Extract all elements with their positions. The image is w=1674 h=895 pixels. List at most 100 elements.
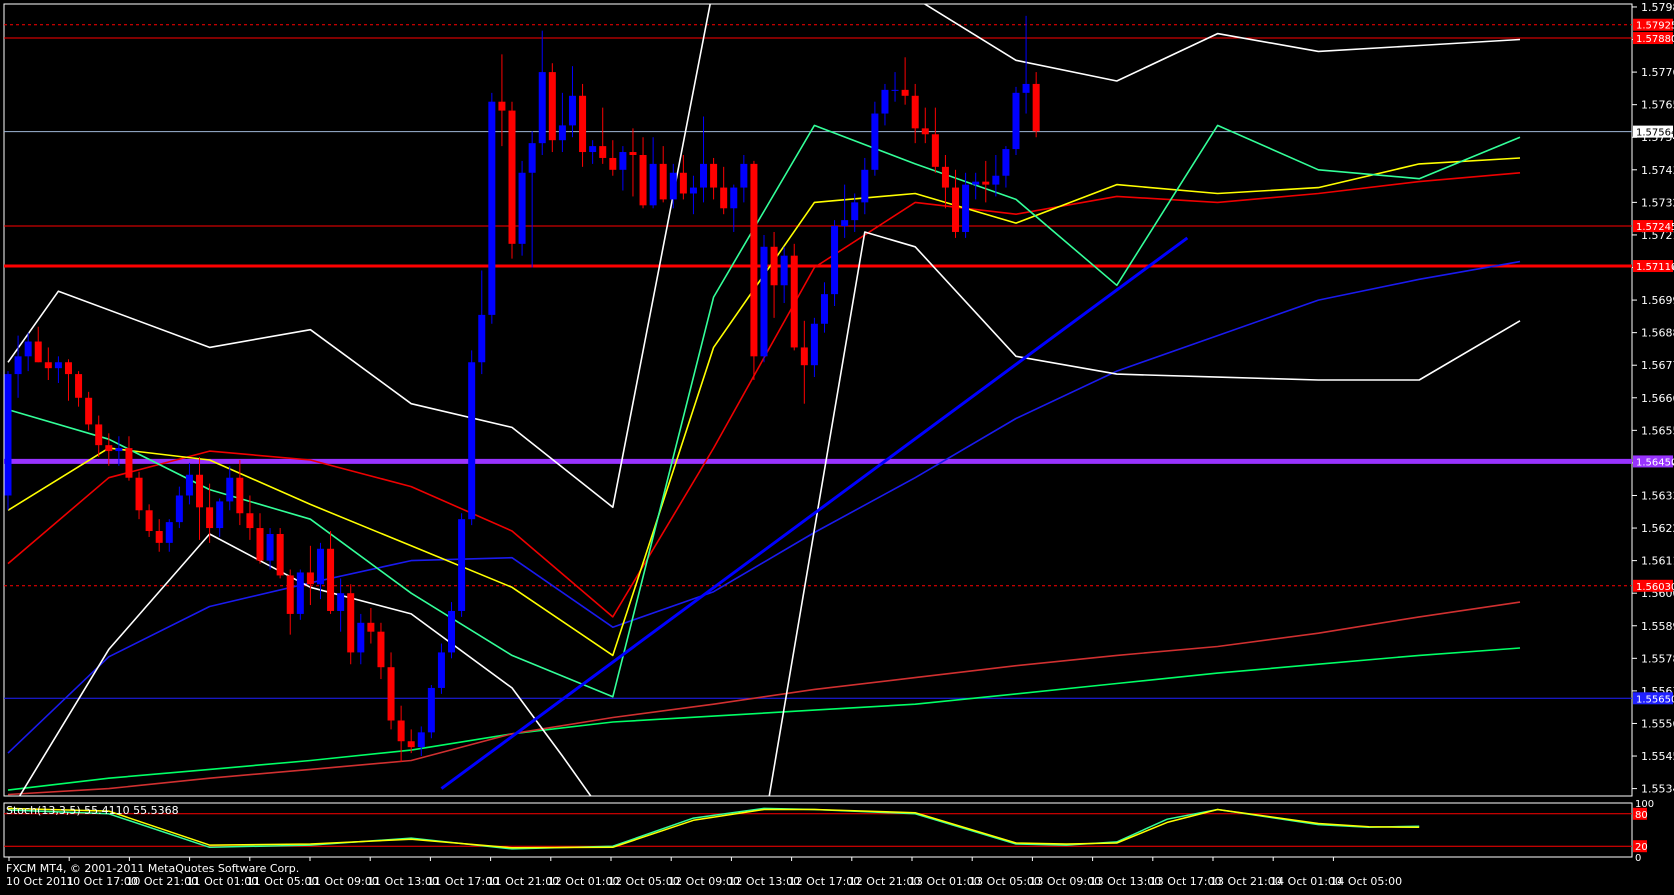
price-tick-label: 1.55565 xyxy=(1641,717,1674,730)
candle xyxy=(750,160,758,381)
candle-body xyxy=(790,255,798,348)
candle-body xyxy=(4,374,12,496)
candle-body xyxy=(14,356,22,375)
candle-body xyxy=(901,89,909,96)
stoch-main-line xyxy=(7,807,1420,850)
chart-root: 1.579851.578751.577651.576551.575451.574… xyxy=(0,0,1674,895)
candle-body xyxy=(145,510,153,532)
price-tick-label: 1.57655 xyxy=(1641,99,1674,112)
candle-body xyxy=(931,134,939,167)
price-tag: 1.56030 xyxy=(1633,579,1674,593)
stoch-label: Stoch(13,3,5) 55.4110 55.5368 xyxy=(6,804,179,817)
candle-body xyxy=(206,507,214,529)
candle-body xyxy=(236,477,244,514)
candle xyxy=(75,371,83,407)
price-tick-label: 1.55785 xyxy=(1641,652,1674,665)
candle xyxy=(85,391,93,431)
candle xyxy=(175,486,183,529)
candle-body xyxy=(921,128,929,135)
price-tick-label: 1.56225 xyxy=(1641,522,1674,535)
candle xyxy=(44,347,52,381)
candle-body xyxy=(468,362,476,520)
candle-body xyxy=(568,95,576,126)
candle xyxy=(528,131,536,268)
candle-body xyxy=(952,187,960,232)
price-tick-label: 1.56885 xyxy=(1641,327,1674,340)
candle xyxy=(357,613,365,665)
price-tag: 1.57880 xyxy=(1633,32,1674,45)
indicator-line xyxy=(7,647,1521,791)
candle xyxy=(448,602,456,659)
price-tick-label: 1.57325 xyxy=(1641,196,1674,209)
price-chart[interactable]: 1.579851.578751.577651.576551.575451.574… xyxy=(0,0,1674,895)
price-tick-label: 1.57765 xyxy=(1641,66,1674,79)
candle-body xyxy=(841,220,849,227)
candle xyxy=(145,504,153,537)
candle-body xyxy=(316,548,324,585)
candle xyxy=(720,166,728,215)
candle-body xyxy=(589,146,597,153)
price-tick-label: 1.57435 xyxy=(1641,164,1674,177)
candle-body xyxy=(196,474,204,508)
candle-body xyxy=(266,533,274,561)
candle xyxy=(841,184,849,238)
candle xyxy=(609,140,617,176)
price-tag: 1.55650 xyxy=(1633,692,1674,705)
candle-body xyxy=(407,741,415,748)
candle-body xyxy=(689,187,697,194)
candle-body xyxy=(458,519,466,611)
price-tick-label: 1.55895 xyxy=(1641,620,1674,633)
main-frame xyxy=(3,3,1633,797)
candle-body xyxy=(609,157,617,170)
candle xyxy=(34,326,42,363)
candle xyxy=(689,175,697,215)
price-tag: 1.57110 xyxy=(1633,260,1674,273)
candle-body xyxy=(982,181,990,185)
candle xyxy=(901,57,909,105)
candle xyxy=(236,459,244,526)
candle xyxy=(740,154,748,203)
candle xyxy=(679,154,687,200)
candle xyxy=(417,726,425,757)
candle-body xyxy=(296,572,304,614)
candle-body xyxy=(397,720,405,742)
candle-body xyxy=(820,294,828,324)
candle-body xyxy=(24,341,32,357)
candle xyxy=(710,157,718,200)
stoch-signal-line xyxy=(7,807,1420,849)
candle-body xyxy=(972,181,980,185)
candle xyxy=(367,607,375,644)
candle xyxy=(478,270,486,375)
price-tick-label: 1.56665 xyxy=(1641,392,1674,405)
candle xyxy=(185,462,193,505)
candle-body xyxy=(548,72,556,141)
candle-body xyxy=(720,187,728,209)
candle xyxy=(891,72,899,102)
candle xyxy=(437,643,445,694)
price-tag-text: 1.57880 xyxy=(1636,34,1674,45)
candle xyxy=(1002,146,1010,188)
candle xyxy=(54,356,62,383)
price-tag-text: 1.57564 xyxy=(1636,128,1674,139)
price-tick-label: 1.57985 xyxy=(1641,1,1674,14)
candle-body xyxy=(155,531,163,543)
candle-body xyxy=(115,448,123,452)
candle-body xyxy=(1032,83,1040,132)
candle xyxy=(831,220,839,306)
candle xyxy=(538,30,546,155)
candle-body xyxy=(508,110,516,244)
candle-body xyxy=(488,101,496,315)
candle xyxy=(730,184,738,232)
candle xyxy=(982,160,990,203)
candle xyxy=(558,92,566,153)
price-tag-text: 1.57110 xyxy=(1636,262,1674,273)
candle-body xyxy=(871,113,879,170)
candle-body xyxy=(962,184,970,232)
candle-body xyxy=(1012,92,1020,150)
candle xyxy=(458,513,466,617)
candle xyxy=(881,83,889,126)
candle xyxy=(861,157,869,215)
candle-body xyxy=(246,513,254,529)
candle xyxy=(327,531,335,614)
price-tag: 1.57245 xyxy=(1633,220,1674,233)
